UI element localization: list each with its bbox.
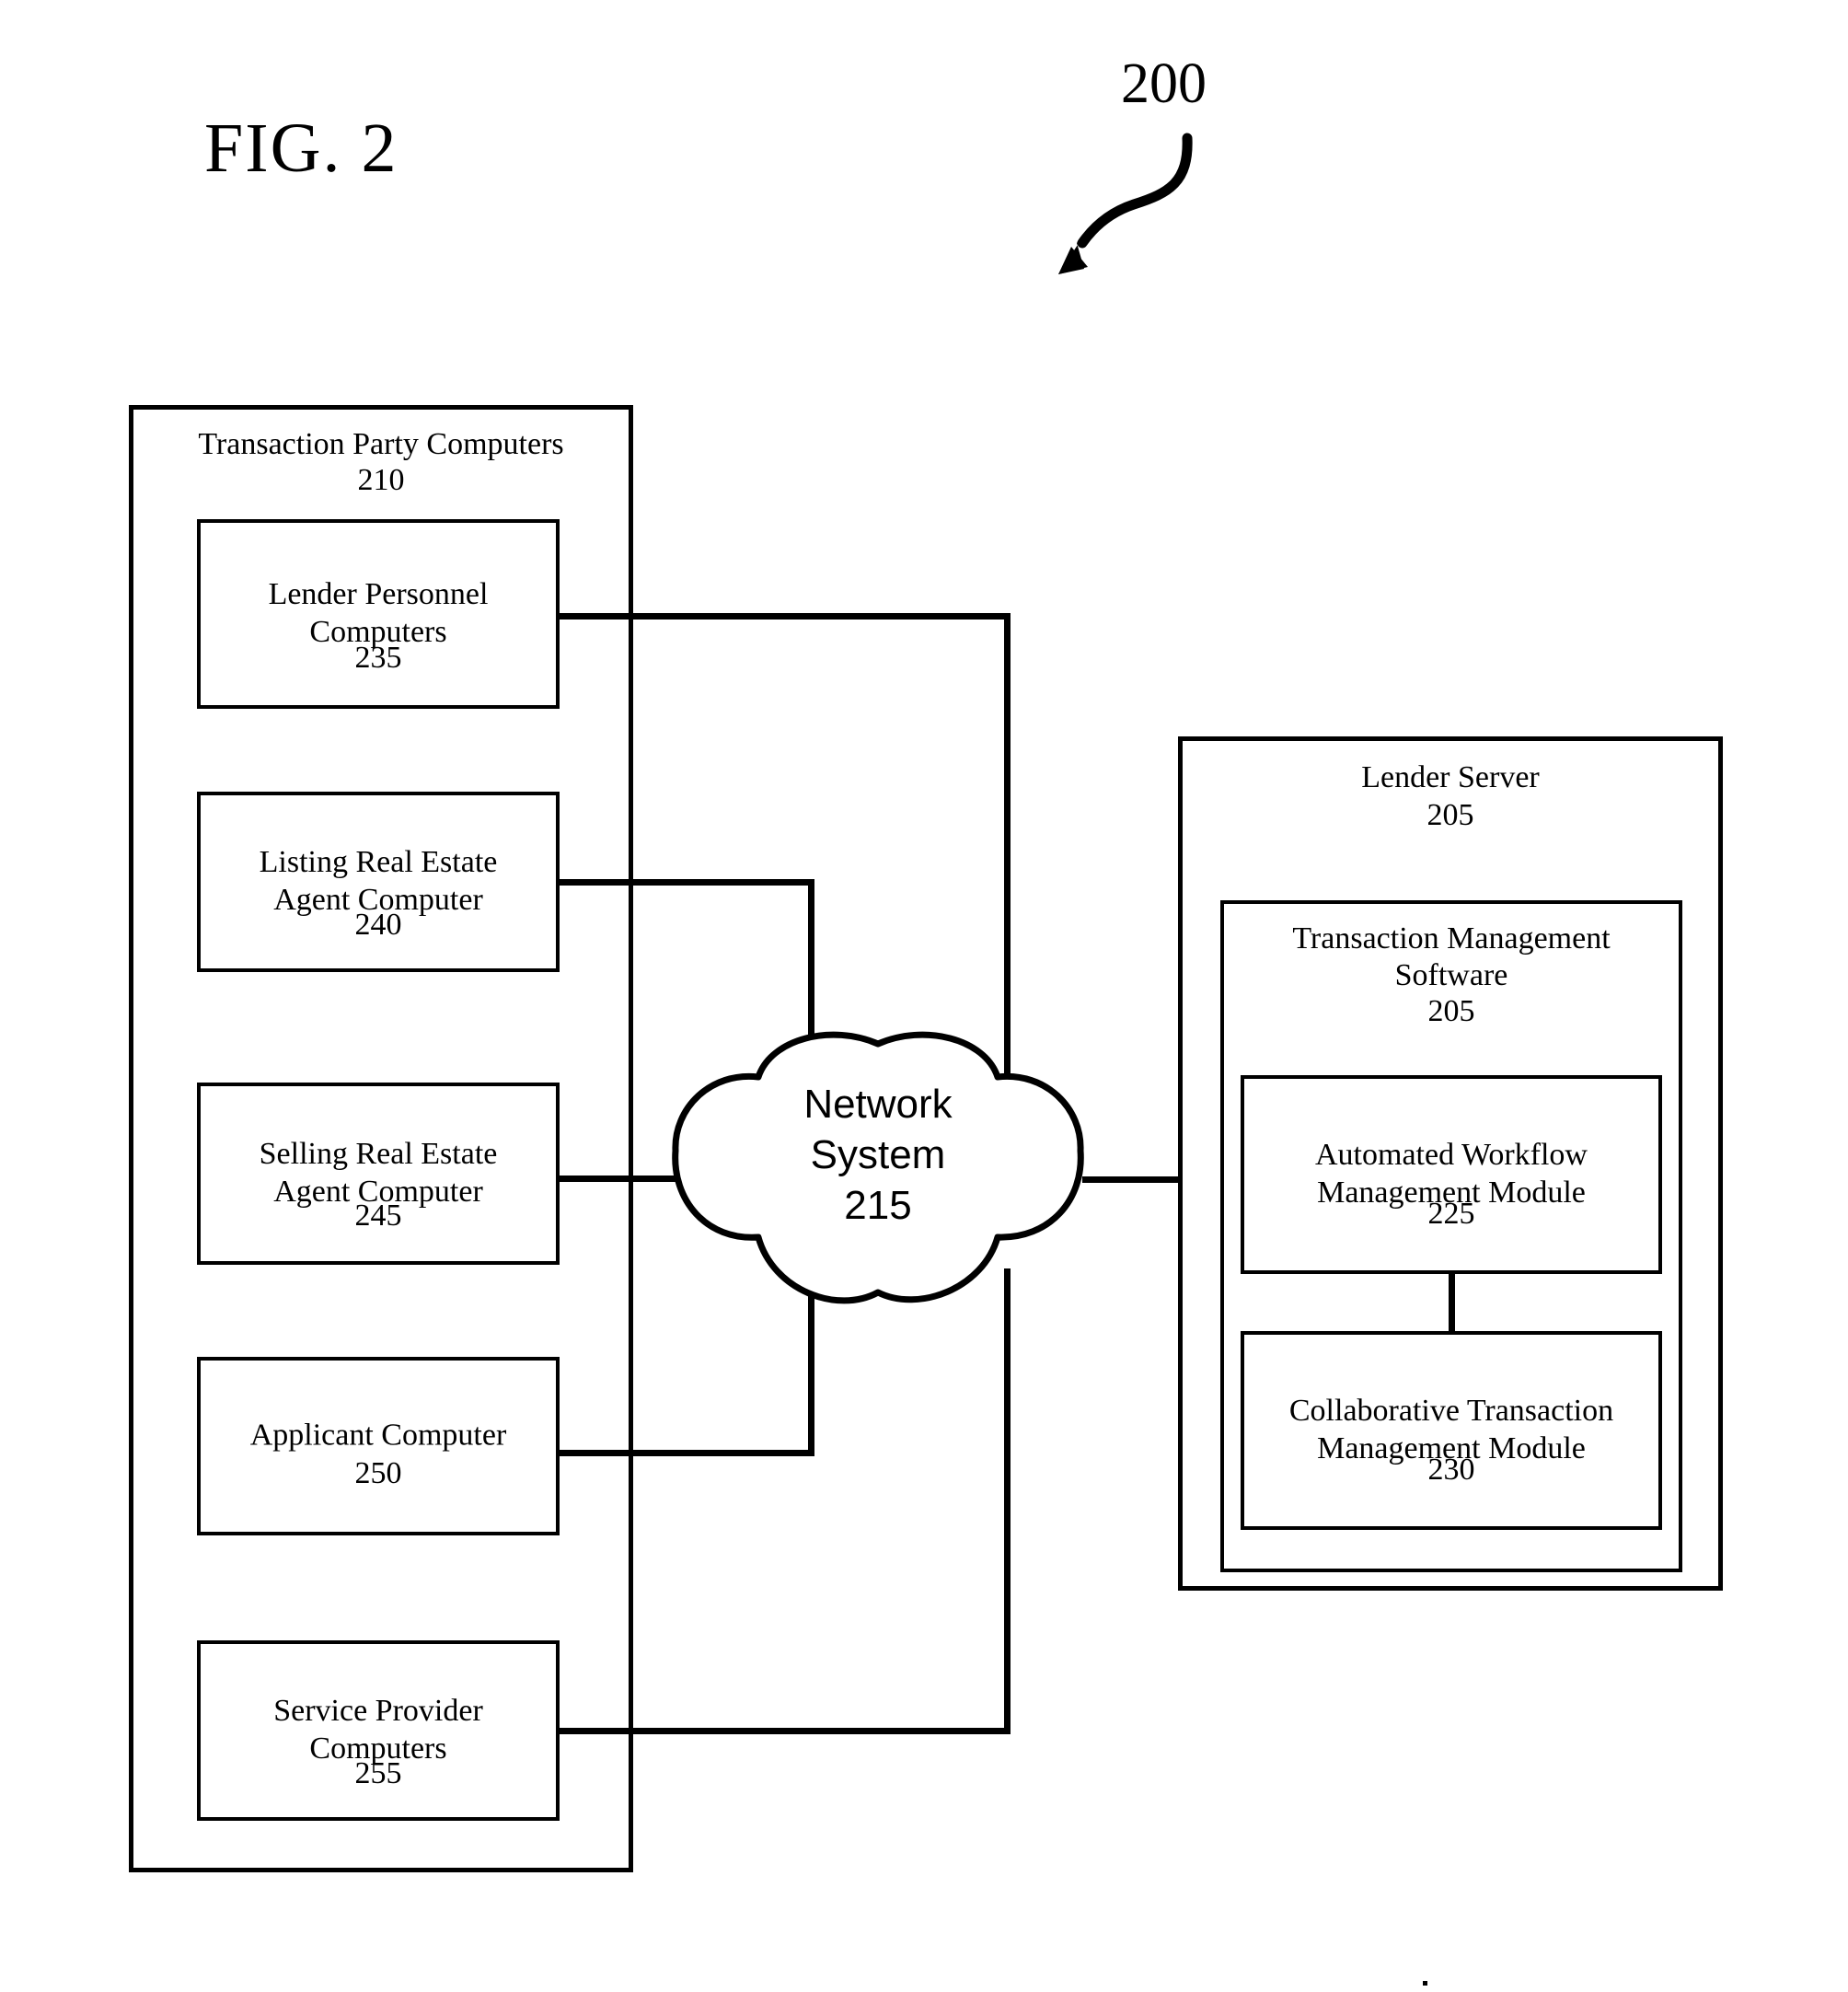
connector-service-provider-horizontal (560, 1728, 1011, 1734)
connector-listing-agent-horizontal (560, 879, 814, 886)
connector-lender-personnel-horizontal (560, 613, 1011, 620)
automated-workflow-management-module-box[interactable]: Automated Workflow Management Module 225 (1241, 1075, 1662, 1274)
applicant-computer-text: Applicant Computer (249, 1418, 507, 1453)
connector-module-225-to-230 (1449, 1272, 1455, 1335)
connector-service-provider-vertical (1004, 1268, 1011, 1734)
transaction-party-computers-title: Transaction Party Computers (198, 427, 564, 461)
service-provider-computers-number: 255 (354, 1756, 402, 1790)
network-system-label: Network System 215 (664, 1079, 1091, 1231)
transaction-party-computers-number: 210 (357, 463, 405, 497)
automated-workflow-management-module-number: 225 (1427, 1197, 1475, 1231)
applicant-computer-label: Applicant Computer (206, 1417, 550, 1454)
listing-real-estate-agent-computer-number: 240 (354, 908, 402, 942)
figure-reference-numeral: 200 (1121, 52, 1207, 115)
collaborative-transaction-management-module-number: 230 (1427, 1453, 1475, 1487)
scan-artifact-dot (1423, 1981, 1427, 1986)
lender-server-title: Lender Server (1361, 760, 1540, 794)
connector-network-to-lender-server (1082, 1176, 1184, 1183)
connector-lender-personnel-vertical (1004, 613, 1011, 1092)
listing-real-estate-agent-computer-text: Listing Real Estate Agent Computer (259, 845, 498, 917)
service-provider-computers-box[interactable]: Service Provider Computers 255 (197, 1640, 560, 1821)
transaction-management-software-title: Transaction Management Software (1292, 921, 1611, 992)
listing-real-estate-agent-computer-box[interactable]: Listing Real Estate Agent Computer 240 (197, 792, 560, 972)
figure-title: FIG. 2 (204, 110, 398, 187)
selling-real-estate-agent-computer-box[interactable]: Selling Real Estate Agent Computer 245 (197, 1083, 560, 1265)
lead-line-arrow-icon (1058, 133, 1193, 274)
collaborative-transaction-management-module-box[interactable]: Collaborative Transaction Management Mod… (1241, 1331, 1662, 1530)
lender-personnel-computers-box[interactable]: Lender Personnel Computers 235 (197, 519, 560, 709)
lender-personnel-computers-text: Lender Personnel Computers (268, 577, 489, 649)
lender-server-number: 205 (1426, 798, 1474, 832)
selling-real-estate-agent-computer-number: 245 (354, 1199, 402, 1233)
connector-applicant-horizontal (560, 1450, 814, 1456)
patent-figure-page: FIG. 2 200 Transaction Party Computers 2… (0, 0, 1848, 1992)
applicant-computer-number: 250 (354, 1456, 402, 1490)
network-system-text: Network System 215 (803, 1082, 953, 1228)
service-provider-computers-text: Service Provider Computers (273, 1694, 483, 1766)
applicant-computer-box[interactable]: Applicant Computer 250 (197, 1357, 560, 1535)
transaction-management-software-number: 205 (1427, 994, 1475, 1028)
lender-personnel-computers-number: 235 (354, 641, 402, 675)
